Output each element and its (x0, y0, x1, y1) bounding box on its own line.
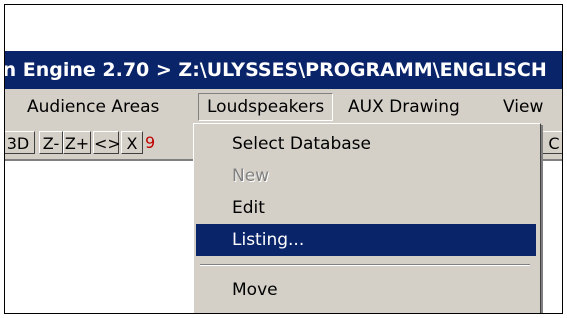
toolbar-zoom-in-button[interactable]: Z+ (63, 131, 91, 154)
screenshot-frame: gn Engine 2.70 > Z:\ULYSSES\PROGRAMM\ENG… (4, 4, 563, 314)
toolbar-3d-button[interactable]: 3D (5, 131, 35, 154)
menu-loudspeakers[interactable]: Loudspeakers (198, 93, 334, 121)
menu-separator (200, 264, 530, 266)
menu-item-edit[interactable]: Edit (196, 192, 536, 224)
toolbar-x-button[interactable]: X (121, 131, 143, 154)
menu-aux-drawing[interactable]: AUX Drawing (340, 93, 468, 121)
menu-view[interactable]: View (495, 93, 551, 121)
menu-item-new: New (232, 166, 270, 186)
toolbar-pan-button[interactable]: <> (93, 131, 121, 154)
menu-bar: Audience Areas Loudspeakers AUX Drawing … (5, 89, 562, 125)
window-title-bar[interactable]: gn Engine 2.70 > Z:\ULYSSES\PROGRAMM\ENG… (5, 51, 562, 89)
menu-item-listing[interactable]: Listing... (196, 224, 536, 256)
menu-item-move[interactable]: Move (196, 274, 536, 306)
toolbar-zoom-out-button[interactable]: Z- (39, 131, 63, 154)
window-title: gn Engine 2.70 > Z:\ULYSSES\PROGRAMM\ENG… (5, 59, 547, 81)
menu-item-select-database[interactable]: Select Database (196, 128, 536, 160)
toolbar-red-value: 9 (145, 133, 156, 152)
menu-audience-areas[interactable]: Audience Areas (19, 93, 167, 121)
loudspeakers-dropdown-menu: Select Database New Edit Listing... Move (193, 123, 541, 313)
